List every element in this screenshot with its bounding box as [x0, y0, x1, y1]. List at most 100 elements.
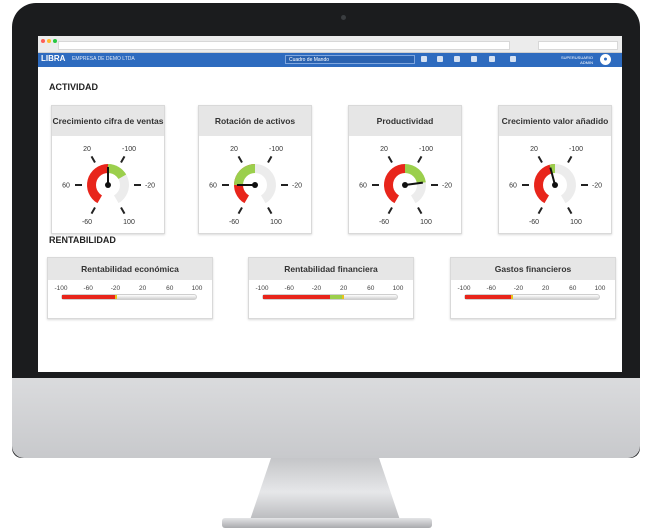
minimize-icon[interactable] — [47, 39, 51, 43]
bar-card[interactable]: Rentabilidad económica -100 -60 -20 20 60 100 — [47, 257, 213, 319]
bar-ticks: -100 -60 -20 20 60 100 — [457, 285, 605, 293]
gauge-tick-label: 60 — [509, 183, 517, 190]
bar-red-fill — [62, 295, 116, 299]
gauge-tick-label: -60 — [529, 219, 539, 226]
bar-card[interactable]: Gastos financieros -100 -60 -20 20 60 100 — [450, 257, 616, 319]
print-icon[interactable] — [471, 56, 477, 62]
gauge-tick — [417, 207, 423, 215]
browser-search[interactable] — [538, 41, 618, 50]
bar-card[interactable]: Rentabilidad financiera -100 -60 -20 20 60 10… — [248, 257, 414, 319]
home-icon[interactable] — [454, 56, 460, 62]
bar-tick-label: -20 — [110, 285, 121, 292]
gauge-tick-label: 100 — [270, 219, 282, 226]
gauge-tick-label: 60 — [209, 183, 217, 190]
chevron-icon[interactable] — [421, 56, 427, 62]
maximize-icon[interactable] — [53, 39, 57, 43]
bar-ticks: -100 -60 -20 20 60 100 — [255, 285, 403, 293]
gauge-card[interactable]: Productividad -60 60 20 -100 -20 100 — [348, 105, 462, 234]
user-info: SUPERUSUARIO ADMIN — [543, 55, 593, 65]
gauge-tick — [537, 207, 543, 215]
gauge-tick-label: 20 — [230, 146, 238, 153]
bar-tick-label: -60 — [486, 285, 496, 292]
bar-title: Rentabilidad financiera — [249, 258, 413, 280]
gauge-tick — [90, 207, 96, 215]
browser-bar — [38, 36, 622, 53]
gauge-tick — [120, 155, 126, 163]
bar-tick-label: 100 — [392, 285, 404, 292]
avatar[interactable]: ● — [600, 54, 611, 65]
camera-dot — [341, 15, 346, 20]
bar-tick-label: 100 — [191, 285, 203, 292]
bar-green-fill — [330, 295, 344, 299]
gauge-tick-label: -100 — [269, 146, 283, 153]
gauge-pivot — [105, 182, 111, 188]
gauge-tick-label: 20 — [530, 146, 538, 153]
bar-ticks: -100 -60 -20 20 60 100 — [54, 285, 202, 293]
monitor-icon[interactable] — [437, 56, 443, 62]
bar-tick-label: 60 — [166, 285, 174, 292]
bar-tick-label: -100 — [457, 285, 471, 292]
notification-icon[interactable] — [510, 56, 516, 62]
gauge-card[interactable]: Crecimiento cifra de ventas -60 60 20 -100-… — [51, 105, 165, 234]
gauge-tick-label: 20 — [380, 146, 388, 153]
view-selector[interactable]: Cuadro de Mando — [285, 55, 415, 64]
gauge-tick — [567, 207, 573, 215]
gauge-chart: -60 60 20 -100 -20 100 — [359, 146, 452, 226]
gauge-tick-label: -100 — [419, 146, 433, 153]
gauge-tick-label: 100 — [570, 219, 582, 226]
gauge-tick — [237, 155, 243, 163]
company-name: EMPRESA DE DEMO LTDA — [72, 56, 135, 62]
gauge-tick-label: -20 — [592, 183, 602, 190]
app-logo[interactable]: LIBRA — [41, 54, 65, 63]
close-icon[interactable] — [41, 39, 45, 43]
bar-tick-label: 60 — [367, 285, 375, 292]
gauge-tick — [237, 207, 243, 215]
bar-value-marker — [510, 295, 513, 299]
bar-title: Gastos financieros — [451, 258, 615, 280]
gauge-tick-label: -20 — [292, 183, 302, 190]
gauge-tick — [387, 207, 393, 215]
menu-icon[interactable] — [489, 56, 495, 62]
gauge-tick-label: 100 — [420, 219, 432, 226]
bar-tick-label: 20 — [339, 285, 348, 292]
gauge-tick — [90, 155, 96, 163]
bar-tick-label: -100 — [54, 285, 68, 292]
gauge-tick-label: -60 — [229, 219, 239, 226]
gauge-tick — [417, 155, 423, 163]
bar-value-marker — [342, 295, 345, 299]
bar-tick-label: 20 — [541, 285, 550, 292]
gauge-tick-label: -20 — [145, 183, 155, 190]
gauge-chart: -60 60 20 -100 -20 100 — [509, 146, 602, 226]
gauge-tick-label: 60 — [359, 183, 367, 190]
bar-tick-label: 20 — [138, 285, 147, 292]
bar-red-fill — [263, 295, 330, 299]
bar-title: Rentabilidad económica — [48, 258, 212, 280]
bar-track — [61, 294, 197, 300]
gauge-pivot — [252, 182, 258, 188]
gauge-tick-label: -20 — [442, 183, 452, 190]
gauge-tick — [387, 155, 393, 163]
gauge-tick — [267, 155, 273, 163]
gauge-pivot — [552, 182, 558, 188]
bar-tick-label: 100 — [594, 285, 606, 292]
section-actividad: ACTIVIDAD — [49, 82, 98, 92]
gauge-tick-label: 60 — [62, 183, 70, 190]
gauge-chart: -60 60 20 -100 -20 100 — [209, 146, 302, 226]
bar-tick-label: -20 — [311, 285, 322, 292]
gauge-tick-label: -60 — [82, 219, 92, 226]
screen: LIBRA EMPRESA DE DEMO LTDA Cuadro de Man… — [38, 36, 622, 372]
monitor-stand — [250, 458, 400, 520]
bar-track — [262, 294, 398, 300]
address-bar[interactable] — [58, 41, 510, 50]
gauge-card[interactable]: Crecimiento valor añadido -60 60 20 -100 -20… — [498, 105, 612, 234]
gauge-card[interactable]: Rotación de activos -60 60 20 -100 -20 100 — [198, 105, 312, 234]
bar-tick-label: -60 — [284, 285, 294, 292]
bar-tick-label: 60 — [569, 285, 577, 292]
gauge-pivot — [402, 182, 408, 188]
gauge-tick-label: -100 — [569, 146, 583, 153]
gauge-tick-label: 100 — [123, 219, 135, 226]
gauge-tick — [567, 155, 573, 163]
gauge-tick-label: -60 — [379, 219, 389, 226]
user-role: ADMIN — [580, 60, 593, 65]
bar-red-fill — [465, 295, 512, 299]
